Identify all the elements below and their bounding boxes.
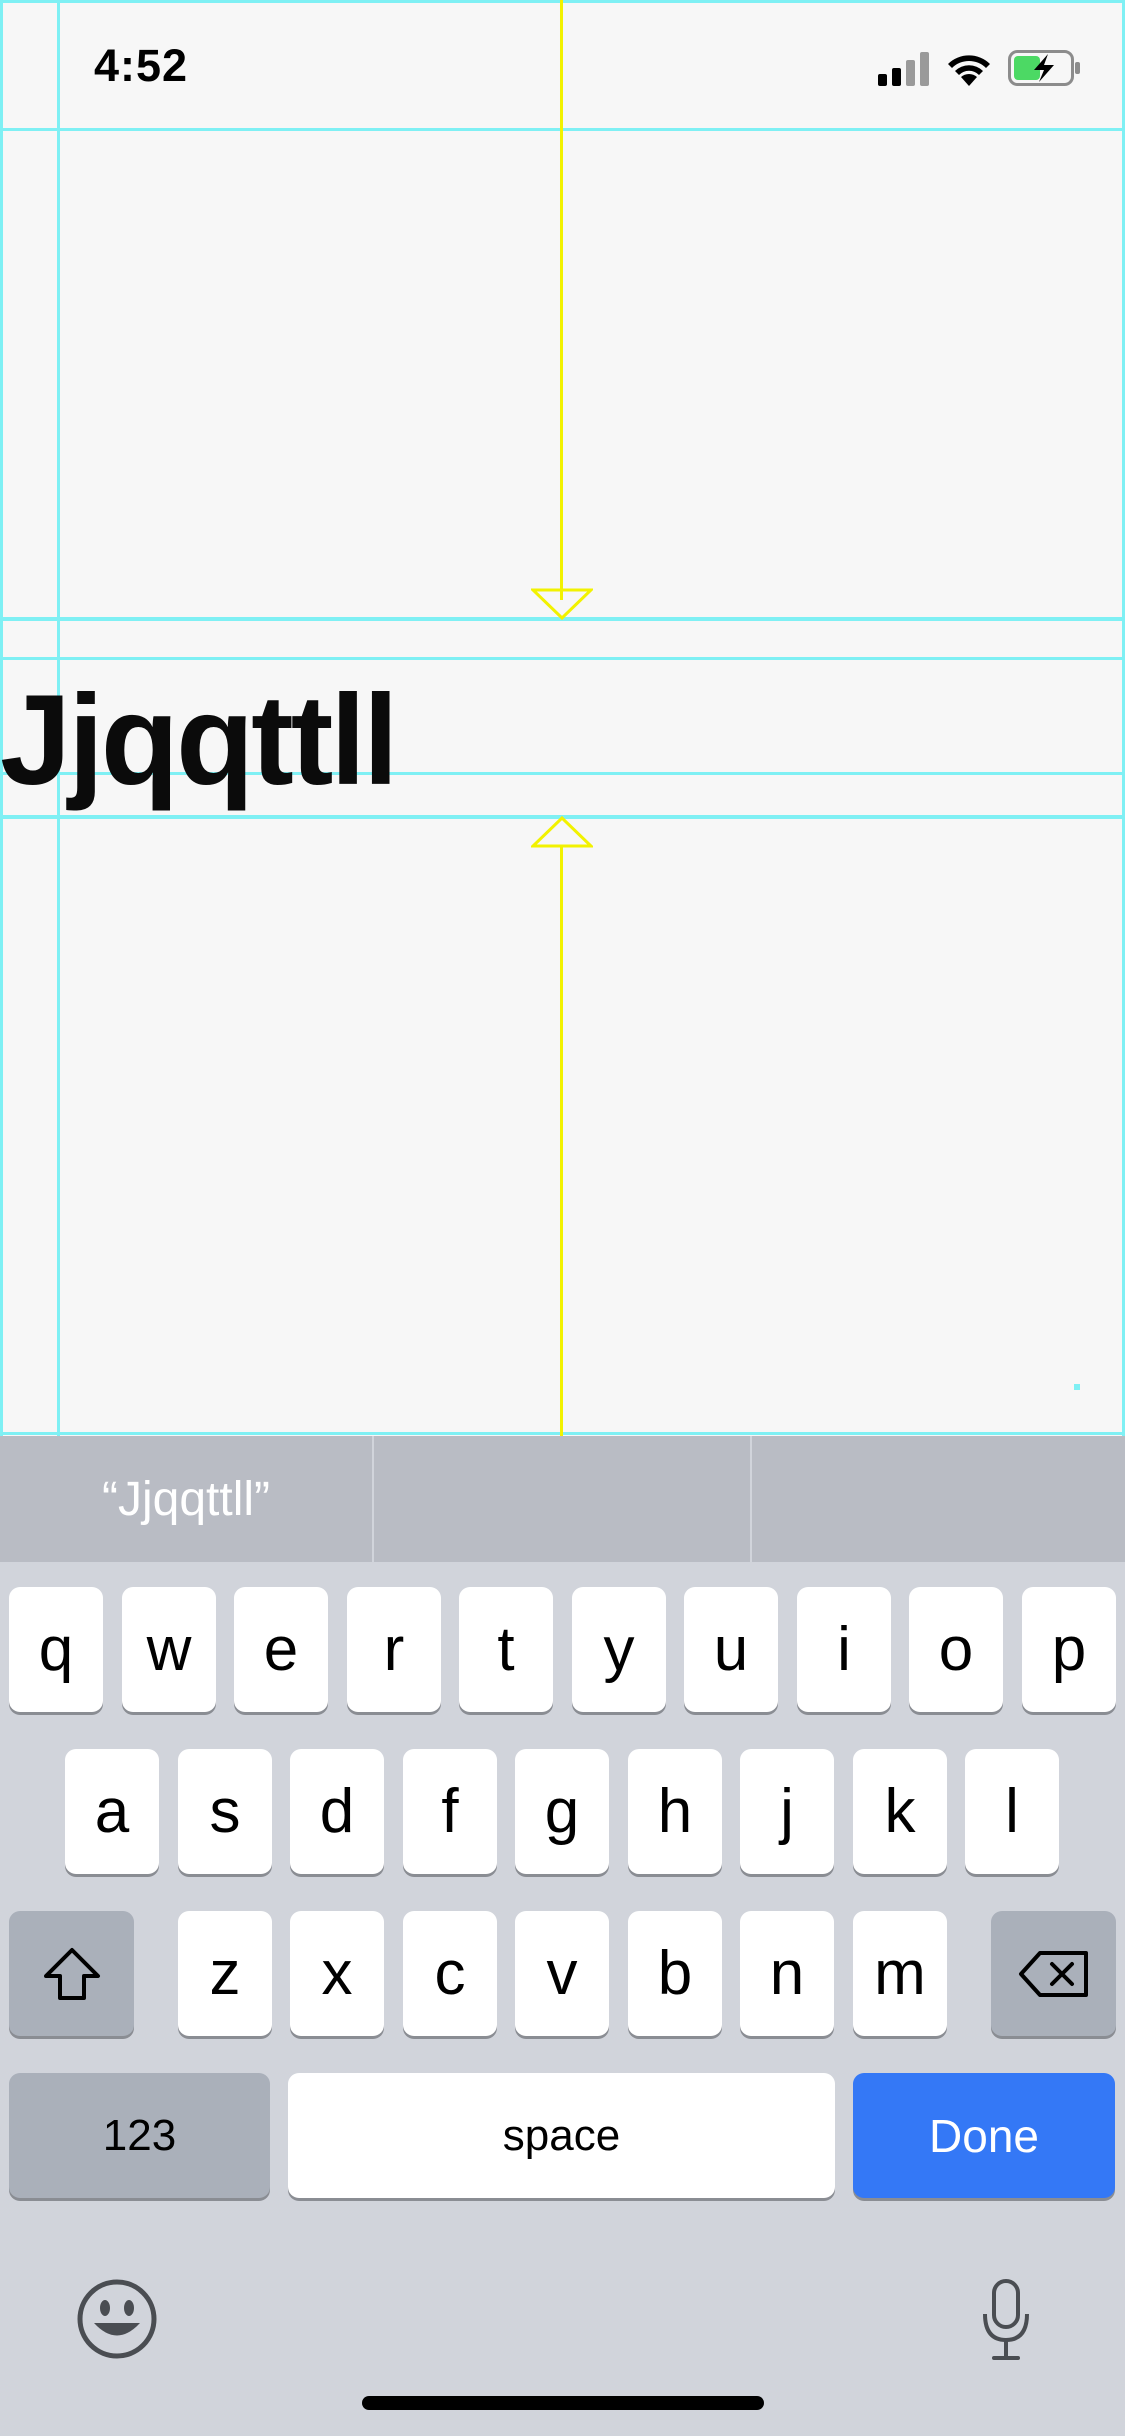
key-b[interactable]: b (628, 1911, 722, 2036)
key-p[interactable]: p (1022, 1587, 1116, 1712)
prediction-bar: “Jjqqttll” (0, 1436, 1125, 1562)
signal-icon (878, 52, 929, 86)
keyboard: “Jjqqttll” q w e r t y u i o p a s d f g… (0, 1436, 1125, 2436)
key-s[interactable]: s (178, 1749, 272, 1874)
key-f[interactable]: f (403, 1749, 497, 1874)
prediction-item[interactable] (374, 1436, 750, 1562)
shift-key[interactable] (9, 1911, 134, 2036)
key-m[interactable]: m (853, 1911, 947, 2036)
key-w[interactable]: w (122, 1587, 216, 1712)
resize-handle[interactable] (1074, 1384, 1080, 1390)
key-c[interactable]: c (403, 1911, 497, 2036)
key-n[interactable]: n (740, 1911, 834, 2036)
battery-charging-icon (1008, 50, 1080, 86)
vertical-center-guide-bottom (560, 846, 563, 1436)
done-button[interactable]: Done (853, 2073, 1115, 2198)
key-q[interactable]: q (9, 1587, 103, 1712)
key-v[interactable]: v (515, 1911, 609, 2036)
key-a[interactable]: a (65, 1749, 159, 1874)
arrow-down-icon (531, 588, 593, 620)
prediction-item[interactable] (752, 1436, 1125, 1562)
microphone-icon[interactable] (980, 2278, 1032, 2362)
key-z[interactable]: z (178, 1911, 272, 2036)
arrow-up-icon (531, 816, 593, 848)
key-j[interactable]: j (740, 1749, 834, 1874)
prediction-item[interactable]: “Jjqqttll” (0, 1436, 372, 1562)
space-key[interactable]: space (288, 2073, 835, 2198)
key-t[interactable]: t (459, 1587, 553, 1712)
key-x[interactable]: x (290, 1911, 384, 2036)
key-l[interactable]: l (965, 1749, 1059, 1874)
main-text[interactable]: Jjqqttll (0, 666, 398, 816)
key-d[interactable]: d (290, 1749, 384, 1874)
home-indicator[interactable] (362, 2396, 764, 2410)
guide-text-top (0, 657, 1125, 660)
shift-icon (43, 1947, 100, 2000)
wifi-icon (948, 55, 990, 86)
emoji-icon[interactable] (76, 2278, 158, 2360)
vertical-center-guide-top (560, 0, 563, 600)
key-r[interactable]: r (347, 1587, 441, 1712)
status-time: 4:52 (94, 40, 189, 91)
key-g[interactable]: g (515, 1749, 609, 1874)
key-o[interactable]: o (909, 1587, 1003, 1712)
key-i[interactable]: i (797, 1587, 891, 1712)
key-y[interactable]: y (572, 1587, 666, 1712)
key-e[interactable]: e (234, 1587, 328, 1712)
numbers-key[interactable]: 123 (9, 2073, 270, 2198)
key-h[interactable]: h (628, 1749, 722, 1874)
delete-key[interactable] (991, 1911, 1116, 2036)
key-u[interactable]: u (684, 1587, 778, 1712)
delete-icon (1018, 1950, 1088, 1997)
key-k[interactable]: k (853, 1749, 947, 1874)
